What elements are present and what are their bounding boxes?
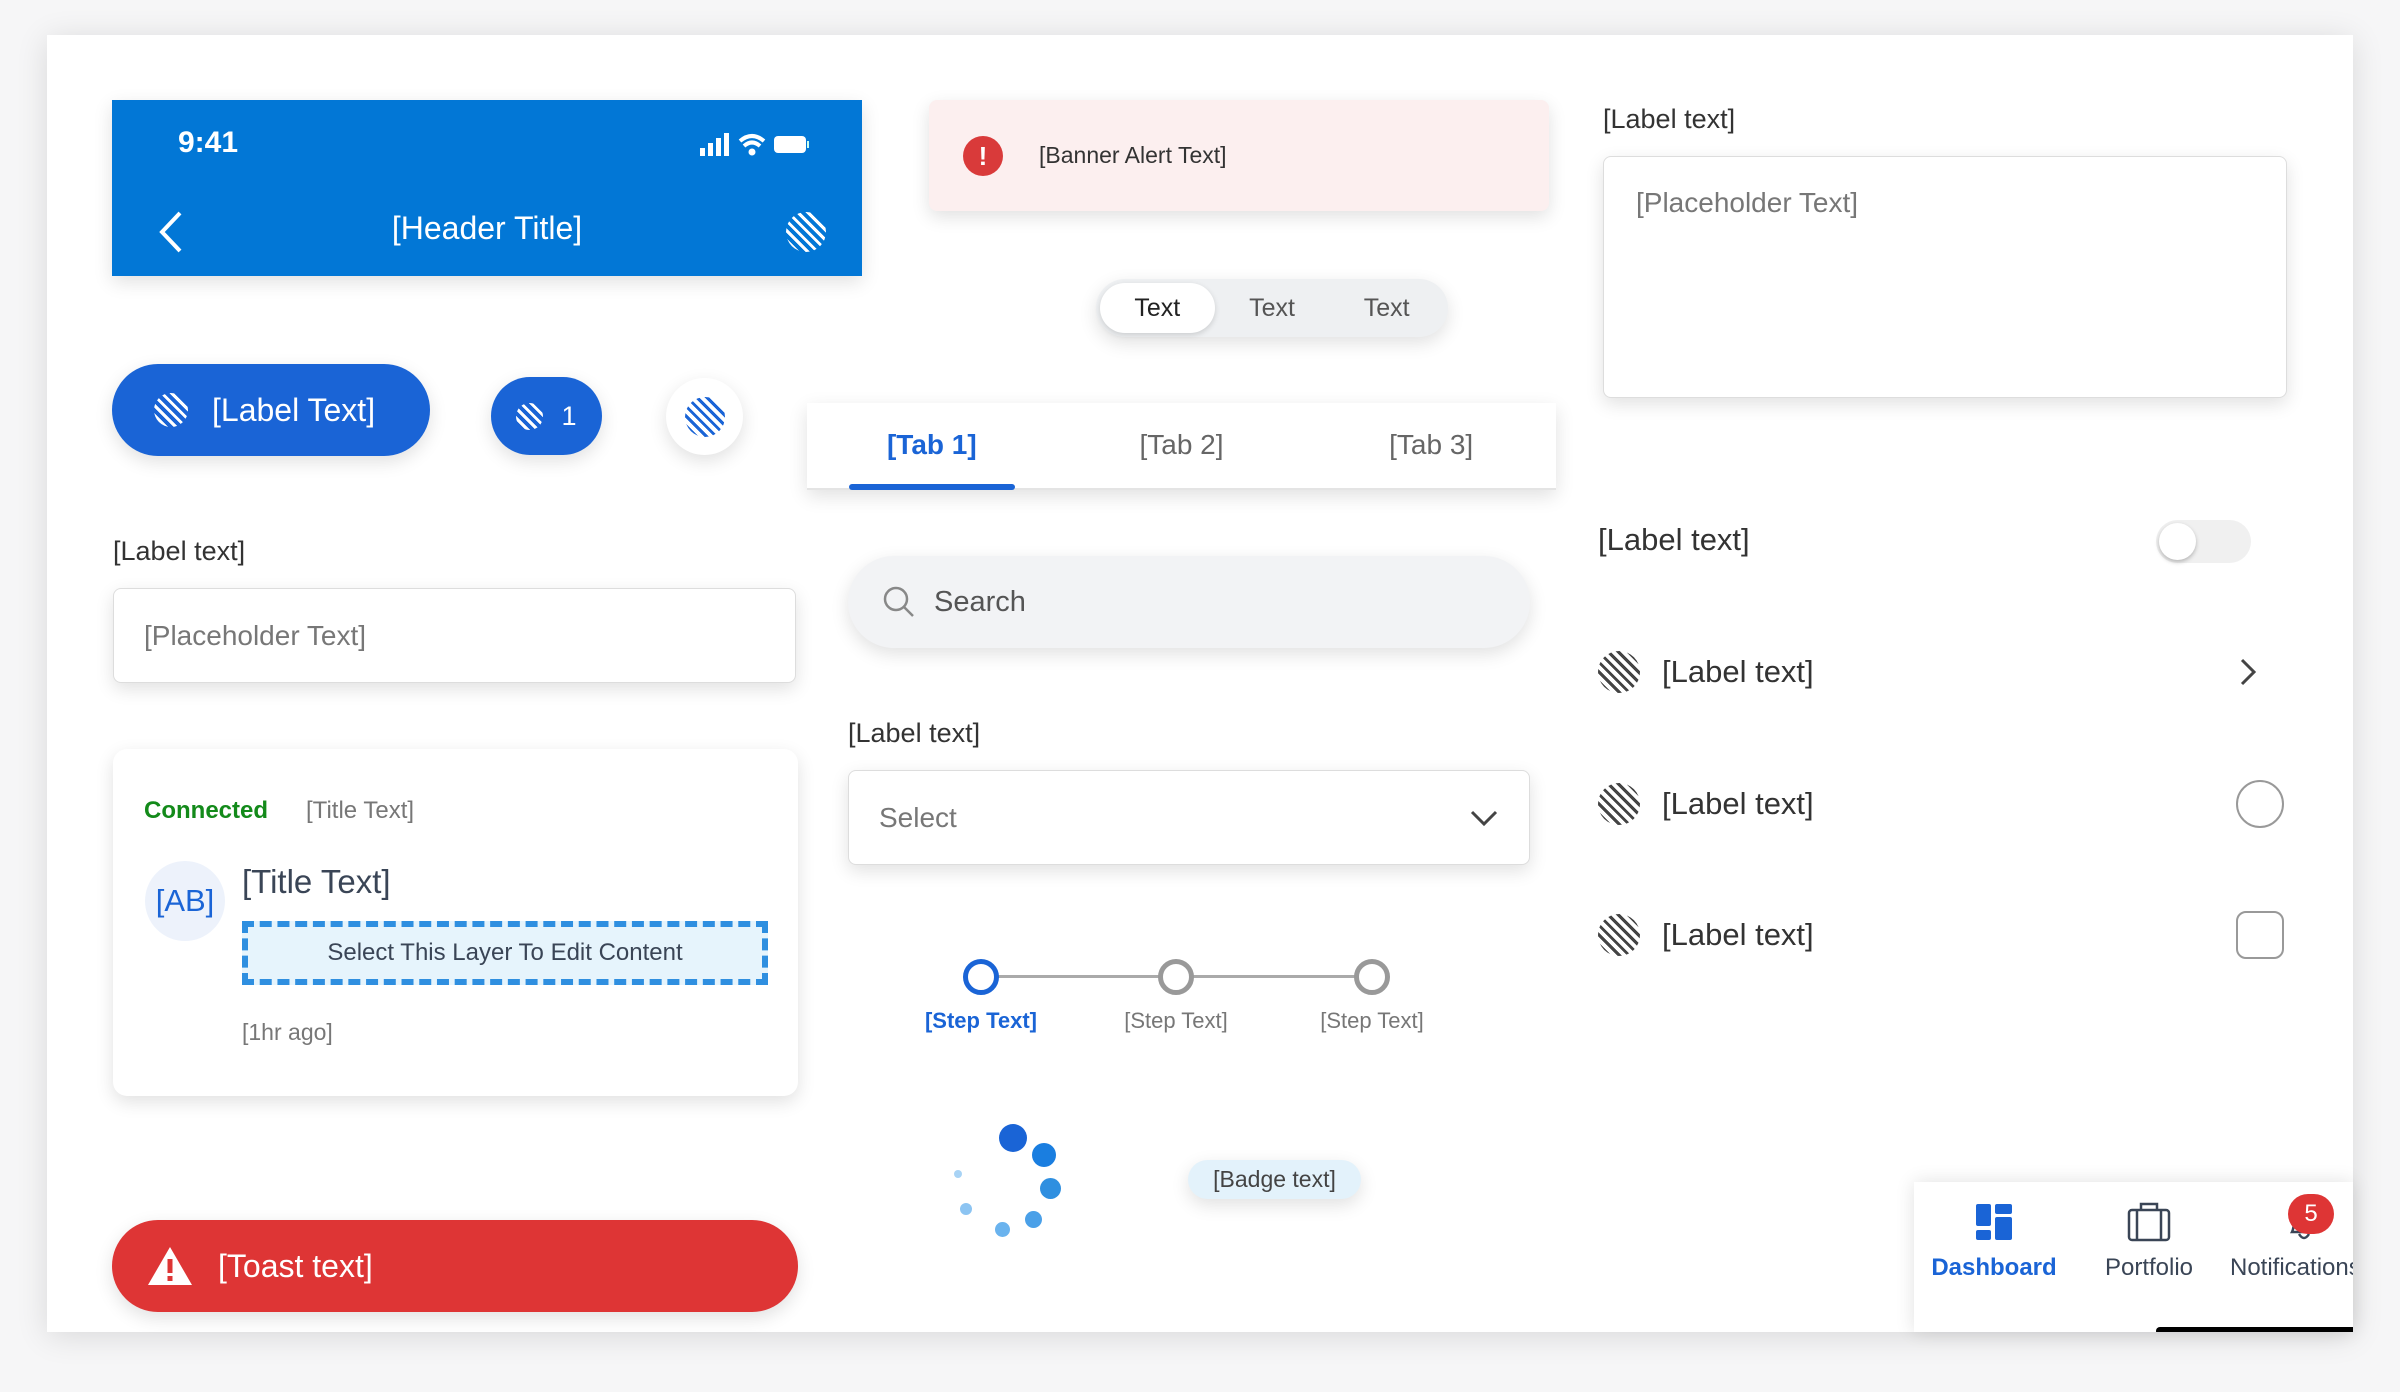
select-label: [Label text] [848,718,981,748]
tab-2[interactable]: [Tab 2] [1057,403,1307,488]
search-icon [883,586,914,617]
select-dropdown[interactable]: Select [848,770,1530,865]
alert-icon: ! [963,135,1003,176]
banner-text: [Banner Alert Text] [1039,142,1227,168]
list-item-label: [Label text] [1662,654,1814,689]
tab-bar: [Tab 1] [Tab 2] [Tab 3] [807,403,1556,490]
text-input[interactable]: [Placeholder Text] [113,588,796,683]
nav-portfolio[interactable]: Portfolio [2074,1202,2224,1282]
input-placeholder: [Placeholder Text] [144,620,367,651]
count-button[interactable]: 1 [491,377,602,455]
button-icon [516,402,544,430]
tab-3[interactable]: [Tab 3] [1306,403,1556,488]
list-item-label: [Label text] [1662,917,1814,952]
input-label: [Label text] [113,536,246,566]
card-title: [Title Text] [242,863,391,900]
edit-layer-placeholder[interactable]: Select This Layer To Edit Content [242,921,768,985]
toggle-switch[interactable] [2156,520,2251,563]
card-subtitle: [Title Text] [306,797,415,824]
status-time: 9:41 [178,126,239,159]
list-item-radio[interactable]: [Label text] [1598,774,2284,834]
chevron-right-icon [2240,658,2257,686]
status-icons [700,133,809,156]
radio-button[interactable] [2236,780,2284,828]
list-item-nav[interactable]: [Label text] [1598,642,2258,702]
button-label: [Label Text] [212,391,376,428]
briefcase-icon [2127,1202,2171,1242]
primary-button[interactable]: [Label Text] [112,364,430,456]
tab-1[interactable]: [Tab 1] [807,403,1057,490]
list-item-label: [Label text] [1662,786,1814,821]
nav-label: Dashboard [1931,1254,2057,1281]
card-time: [1hr ago] [242,1019,333,1045]
nav-label: Notifications [2230,1254,2353,1281]
banner-alert: ! [Banner Alert Text] [929,100,1549,211]
badge: [Badge text] [1188,1160,1361,1199]
header-title: [Header Title] [391,210,583,246]
button-icon [684,396,725,437]
home-indicator [2156,1327,2353,1332]
toast-text: [Toast text] [218,1247,373,1284]
nav-notifications[interactable]: 5 Notifications [2218,1194,2353,1282]
header-action-icon[interactable] [786,212,826,252]
select-value: Select [879,801,957,833]
status-label: Connected [144,797,269,824]
list-item-icon [1598,651,1640,693]
list-item-icon [1598,914,1640,956]
list-item-checkbox[interactable]: [Label text] [1598,905,2284,965]
segmented-control: Text Text Text [1096,279,1448,337]
dashboard-icon [1976,1204,2012,1240]
card[interactable]: Connected [Title Text] [AB] [Title Text]… [113,749,798,1096]
step-2-circle[interactable] [1158,959,1194,995]
loading-spinner [940,1115,1080,1255]
step-2-label: [Step Text] [1124,1008,1228,1033]
bottom-nav: Dashboard Portfolio 5 Notifications [1914,1182,2353,1332]
textarea-label: [Label text] [1603,104,1736,134]
warning-icon [148,1247,192,1285]
toggle-label: [Label text] [1598,522,1750,557]
notification-count-badge: 5 [2288,1194,2334,1234]
avatar: [AB] [145,861,225,941]
step-1-circle[interactable] [963,959,999,995]
checkbox[interactable] [2236,911,2284,959]
segment-3[interactable]: Text [1329,283,1444,333]
textarea-field[interactable]: [Placeholder Text] [1603,156,2287,398]
toast: [Toast text] [112,1220,798,1312]
list-item-icon [1598,783,1640,825]
search-placeholder: Search [934,585,1026,618]
segment-2[interactable]: Text [1215,283,1330,333]
textarea-placeholder: [Placeholder Text] [1636,187,1859,218]
search-input[interactable]: Search [848,556,1530,648]
app-header: 9:41 [Header Title] [112,100,862,276]
step-3-label: [Step Text] [1320,1008,1424,1033]
step-1-label: [Step Text] [924,1008,1038,1033]
icon-button[interactable] [666,378,743,455]
nav-label: Portfolio [2104,1254,2194,1281]
chevron-down-icon [1470,810,1498,826]
button-count: 1 [561,400,577,431]
button-icon [154,393,188,427]
step-3-circle[interactable] [1354,959,1390,995]
segment-1[interactable]: Text [1100,283,1215,333]
nav-dashboard[interactable]: Dashboard [1914,1202,2074,1282]
